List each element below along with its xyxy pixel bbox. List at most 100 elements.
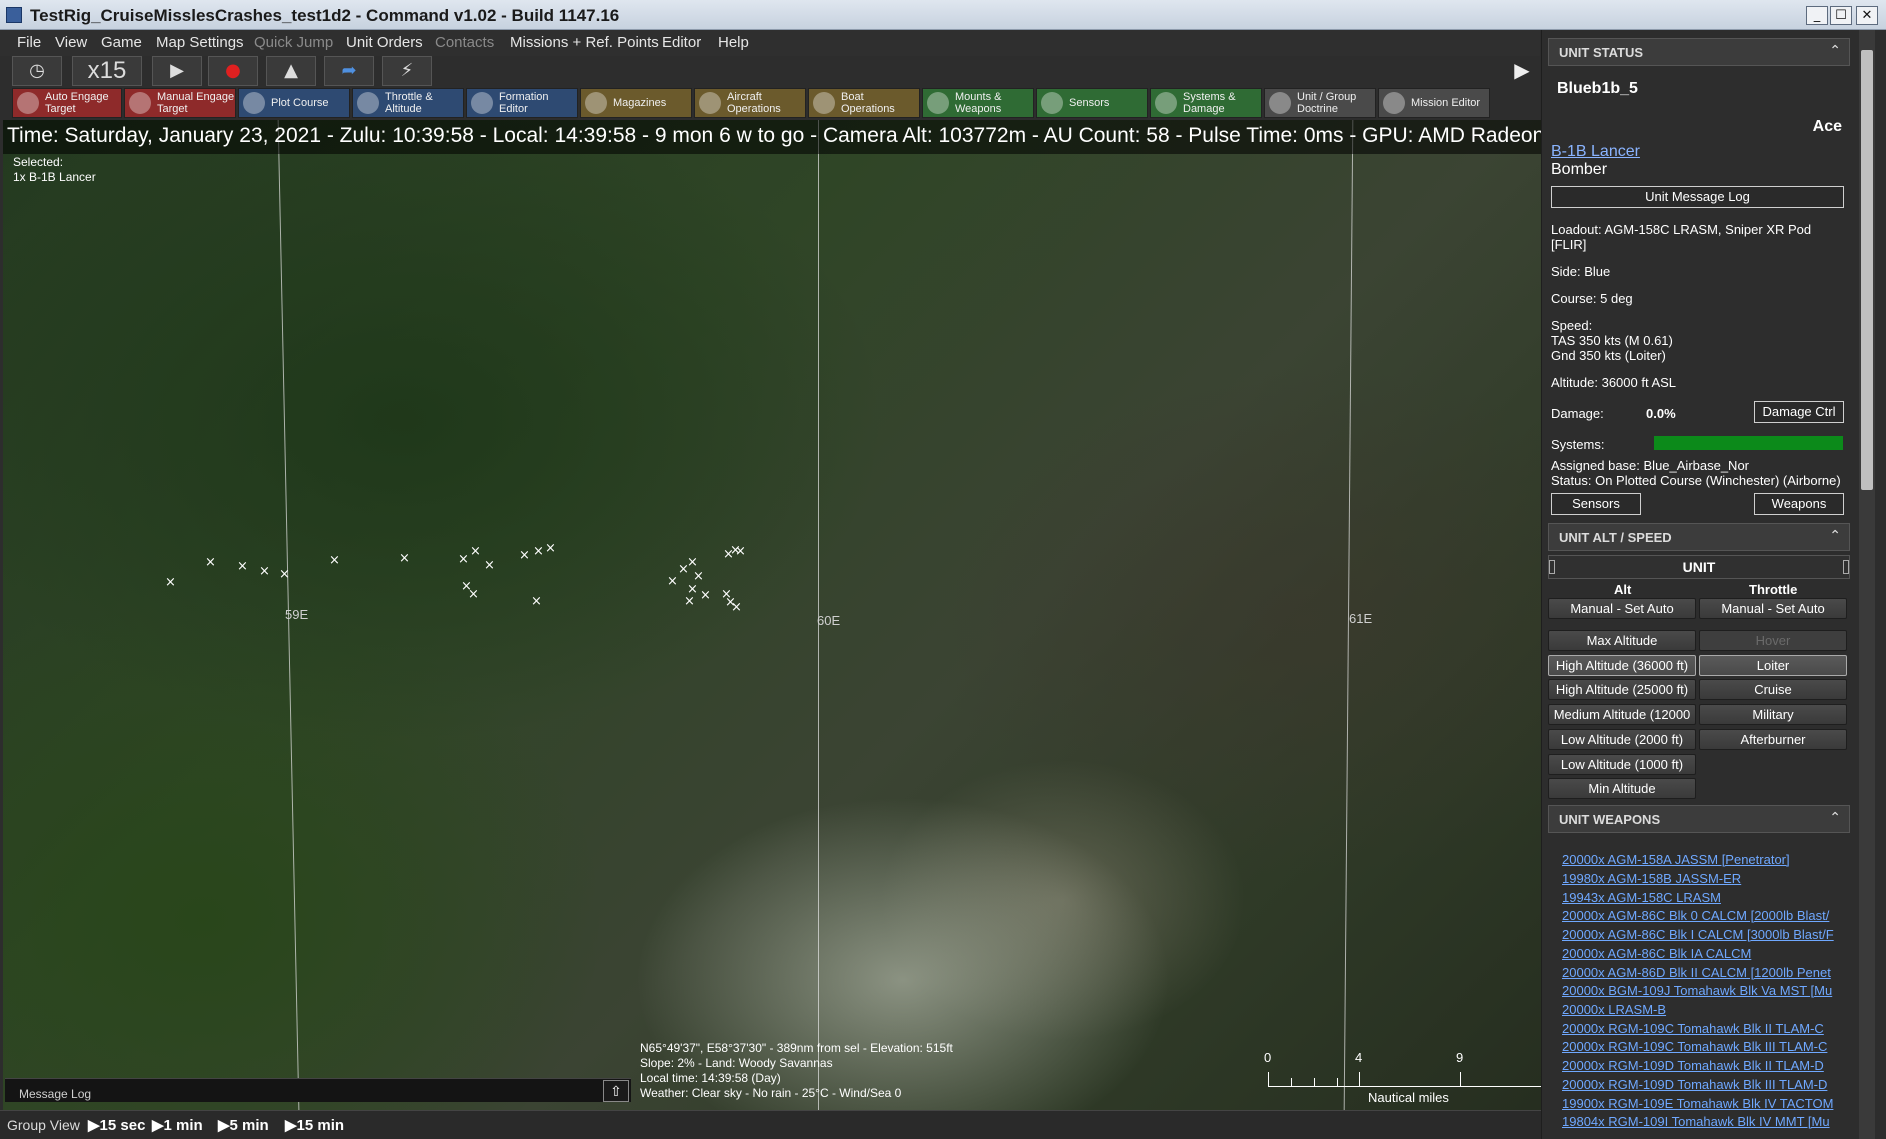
menu-missions[interactable]: Missions + Ref. Points <box>510 34 659 51</box>
menu-contacts[interactable]: Contacts <box>435 34 494 51</box>
menu-file[interactable]: File <box>17 34 41 51</box>
throttle-loiter-button[interactable]: Loiter <box>1699 655 1847 676</box>
play-icon[interactable]: ▶ <box>152 56 202 86</box>
throttle-military-button[interactable]: Military <box>1699 704 1847 725</box>
message-log-strip[interactable]: Message Log <box>5 1078 631 1102</box>
time-step-15sec[interactable]: ▶15 sec <box>88 1116 145 1134</box>
unit-marker[interactable]: × <box>399 552 410 565</box>
unit-marker[interactable]: × <box>259 565 270 578</box>
alt-high-36000-button[interactable]: High Altitude (36000 ft) <box>1548 655 1696 676</box>
weapon-link[interactable]: 20000x RGM-109D Tomahawk Blk III TLAM-D <box>1562 1077 1834 1092</box>
sensors-button[interactable]: Sensors <box>1551 493 1641 515</box>
unit-marker[interactable]: × <box>700 589 711 602</box>
alt-low-2000-button[interactable]: Low Altitude (2000 ft) <box>1548 729 1696 750</box>
throttle-afterburner-button[interactable]: Afterburner <box>1699 729 1847 750</box>
unit-marker[interactable]: × <box>205 556 216 569</box>
menu-help[interactable]: Help <box>718 34 749 51</box>
time-step-1min[interactable]: ▶1 min <box>152 1116 203 1134</box>
tool-systems-damage[interactable]: Systems & Damage <box>1150 88 1262 118</box>
alt-medium-button[interactable]: Medium Altitude (12000 <box>1548 704 1696 725</box>
unit-marker[interactable]: × <box>470 545 481 558</box>
weapon-link[interactable]: 20000x AGM-86D Blk II CALCM [1200lb Pene… <box>1562 965 1834 980</box>
unit-marker[interactable]: × <box>735 545 746 558</box>
unit-weapons-header[interactable]: UNIT WEAPONS ⌃ <box>1548 805 1850 833</box>
weapons-button[interactable]: Weapons <box>1754 493 1844 515</box>
weapon-link[interactable]: 19980x AGM-158B JASSM-ER <box>1562 871 1834 886</box>
tool-auto-engage[interactable]: Auto Engage Target <box>12 88 122 118</box>
right-panel-scrollbar[interactable] <box>1859 30 1875 1139</box>
alt-max-button[interactable]: Max Altitude <box>1548 630 1696 651</box>
unit-marker[interactable]: × <box>545 542 556 555</box>
menu-map-settings[interactable]: Map Settings <box>156 34 244 51</box>
runway-icon[interactable]: ▲ <box>266 56 316 86</box>
weapon-link[interactable]: 20000x RGM-109D Tomahawk Blk II TLAM-D <box>1562 1058 1834 1073</box>
minimize-button[interactable]: _ <box>1806 6 1828 25</box>
weapon-link[interactable]: 20000x BGM-109J Tomahawk Blk Va MST [Mu <box>1562 983 1834 998</box>
weapon-link[interactable]: 19804x RGM-109I Tomahawk Blk IV MMT [Mu <box>1562 1114 1834 1129</box>
tool-plot-course[interactable]: Plot Course <box>238 88 350 118</box>
weapon-link[interactable]: 20000x AGM-86C Blk I CALCM [3000lb Blast… <box>1562 927 1834 942</box>
selector-right-handle[interactable] <box>1843 560 1849 574</box>
chevron-up-icon[interactable]: ⌃ <box>1829 43 1841 59</box>
chevron-up-icon[interactable]: ⌃ <box>1829 810 1841 826</box>
tool-magazines[interactable]: Magazines <box>580 88 692 118</box>
weapon-link[interactable]: 20000x AGM-86C Blk IA CALCM <box>1562 946 1834 961</box>
tool-mounts-weapons[interactable]: Mounts & Weapons <box>922 88 1034 118</box>
unit-marker[interactable]: × <box>279 568 290 581</box>
time-step-5min[interactable]: ▶5 min <box>218 1116 269 1134</box>
panel-collapse-arrow-icon[interactable]: ▶ <box>1510 56 1534 86</box>
throttle-cruise-button[interactable]: Cruise <box>1699 679 1847 700</box>
tool-manual-engage[interactable]: Manual Engage Target <box>124 88 236 118</box>
tool-aircraft-operations[interactable]: Aircraft Operations <box>694 88 806 118</box>
unit-marker[interactable]: × <box>519 549 530 562</box>
unit-message-log-button[interactable]: Unit Message Log <box>1551 186 1844 208</box>
alt-speed-header[interactable]: UNIT ALT / SPEED ⌃ <box>1548 523 1850 551</box>
time-compression-label[interactable]: x15 <box>72 56 142 86</box>
tool-throttle-altitude[interactable]: Throttle & Altitude <box>352 88 464 118</box>
record-icon[interactable]: ● <box>208 56 258 86</box>
unit-name[interactable]: Blueb1b_5 <box>1557 80 1638 98</box>
unit-marker[interactable]: × <box>468 588 479 601</box>
unit-marker[interactable]: × <box>684 595 695 608</box>
throttle-manual-set-auto-button[interactable]: Manual - Set Auto <box>1699 598 1847 619</box>
menu-view[interactable]: View <box>55 34 87 51</box>
chevron-up-icon[interactable]: ⌃ <box>1829 528 1841 544</box>
unit-marker[interactable]: × <box>165 576 176 589</box>
close-button[interactable]: ✕ <box>1856 6 1878 25</box>
time-step-15min[interactable]: ▶15 min <box>285 1116 344 1134</box>
alt-manual-set-auto-button[interactable]: Manual - Set Auto <box>1548 598 1696 619</box>
tool-doctrine[interactable]: Unit / Group Doctrine <box>1264 88 1376 118</box>
unit-marker[interactable]: × <box>731 601 742 614</box>
menu-editor[interactable]: Editor <box>662 34 701 51</box>
alt-min-button[interactable]: Min Altitude <box>1548 778 1696 799</box>
clock-icon[interactable]: ◷ <box>12 56 62 86</box>
message-log-expand-icon[interactable]: ⇧ <box>603 1080 629 1102</box>
lightning-icon[interactable]: ⚡ <box>382 56 432 86</box>
scrollbar-thumb[interactable] <box>1861 50 1873 490</box>
unit-status-header[interactable]: UNIT STATUS ⌃ <box>1548 38 1850 66</box>
unit-marker[interactable]: × <box>329 554 340 567</box>
tool-boat-operations[interactable]: Boat Operations <box>808 88 920 118</box>
weapon-link[interactable]: 20000x RGM-109C Tomahawk Blk II TLAM-C <box>1562 1021 1834 1036</box>
weapon-link[interactable]: 20000x LRASM-B <box>1562 1002 1834 1017</box>
weapon-link[interactable]: 19943x AGM-158C LRASM <box>1562 890 1834 905</box>
unit-marker[interactable]: × <box>237 560 248 573</box>
alt-low-1000-button[interactable]: Low Altitude (1000 ft) <box>1548 754 1696 775</box>
unit-marker[interactable]: × <box>687 556 698 569</box>
weapon-link[interactable]: 20000x AGM-86C Blk 0 CALCM [2000lb Blast… <box>1562 908 1834 923</box>
unit-selector-bar[interactable]: UNIT <box>1548 555 1850 579</box>
tool-sensors[interactable]: Sensors <box>1036 88 1148 118</box>
menu-unit-orders[interactable]: Unit Orders <box>346 34 423 51</box>
unit-marker[interactable]: × <box>667 575 678 588</box>
unit-marker[interactable]: × <box>458 553 469 566</box>
alt-high-25000-button[interactable]: High Altitude (25000 ft) <box>1548 679 1696 700</box>
menu-game[interactable]: Game <box>101 34 142 51</box>
weapon-link[interactable]: 19900x RGM-109E Tomahawk Blk IV TACTOM <box>1562 1096 1834 1111</box>
tool-mission-editor[interactable]: Mission Editor <box>1378 88 1490 118</box>
unit-marker[interactable]: × <box>533 545 544 558</box>
maximize-button[interactable]: ☐ <box>1830 6 1852 25</box>
jump-icon[interactable]: ➦ <box>324 56 374 86</box>
unit-marker[interactable]: × <box>531 595 542 608</box>
throttle-hover-button[interactable]: Hover <box>1699 630 1847 651</box>
menu-quick-jump[interactable]: Quick Jump <box>254 34 333 51</box>
